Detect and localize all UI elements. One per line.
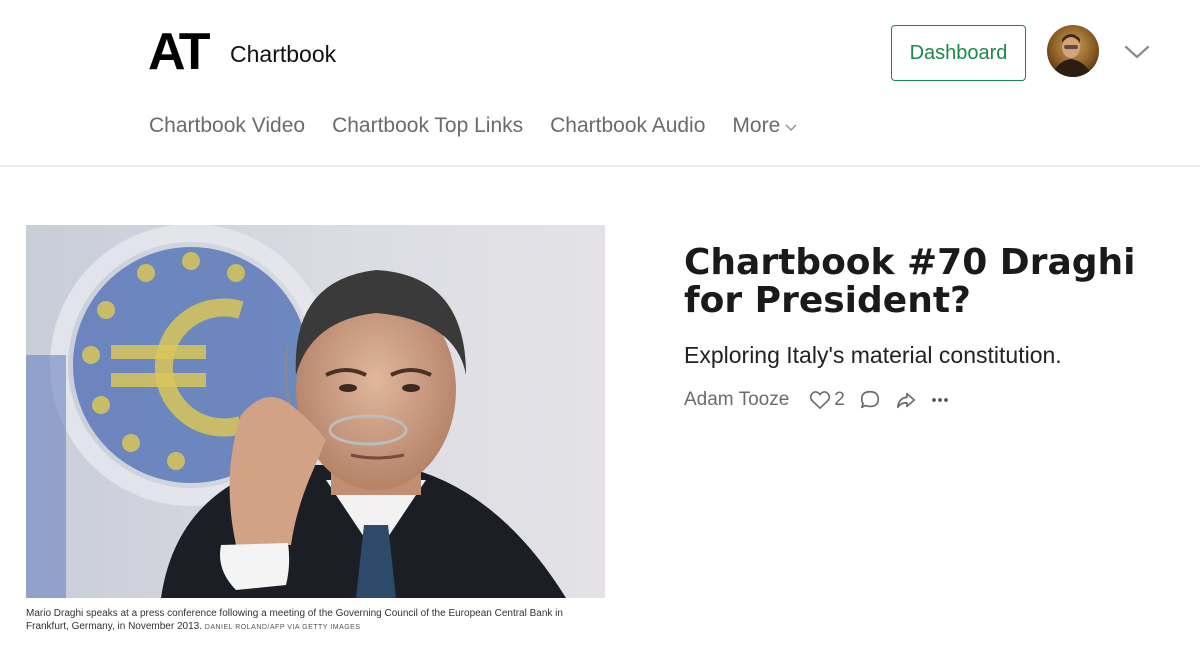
image-credit: DANIEL ROLAND/AFP VIA GETTY IMAGES: [204, 624, 361, 631]
publication-logo[interactable]: AT: [148, 26, 210, 78]
share-icon: [896, 392, 915, 409]
publication-name[interactable]: Chartbook: [230, 41, 336, 68]
share-button[interactable]: [895, 389, 917, 411]
image-caption: Mario Draghi speaks at a press conferenc…: [26, 607, 606, 631]
dashboard-button[interactable]: Dashboard: [891, 25, 1026, 81]
nav-more-label: More: [732, 114, 781, 137]
account-menu-chevron-down-icon[interactable]: [1123, 42, 1151, 62]
chevron-down-icon: [785, 124, 797, 131]
header-divider: [0, 165, 1200, 167]
like-button[interactable]: 2: [809, 389, 845, 411]
nav-item-chartbook-audio[interactable]: Chartbook Audio: [550, 114, 705, 138]
post-subtitle: Exploring Italy's material constitution.: [684, 342, 1062, 368]
author-name[interactable]: Adam Tooze: [684, 389, 789, 411]
heart-icon: [810, 391, 831, 409]
more-options-button[interactable]: [931, 397, 949, 403]
nav-item-chartbook-top-links[interactable]: Chartbook Top Links: [332, 114, 523, 138]
nav-item-chartbook-video[interactable]: Chartbook Video: [149, 114, 305, 138]
like-count: 2: [834, 389, 845, 410]
section-nav: Chartbook Video Chartbook Top Links Char…: [149, 114, 798, 138]
ellipsis-icon: [931, 398, 948, 402]
comment-button[interactable]: [859, 389, 881, 411]
comment-icon: [860, 390, 879, 409]
post-title[interactable]: Chartbook #70 Draghi for President?: [684, 244, 1184, 320]
avatar[interactable]: [1047, 25, 1099, 77]
post-meta: Adam Tooze 2: [684, 386, 963, 414]
post-hero-image[interactable]: [26, 225, 605, 598]
nav-more-dropdown[interactable]: More: [732, 114, 798, 138]
